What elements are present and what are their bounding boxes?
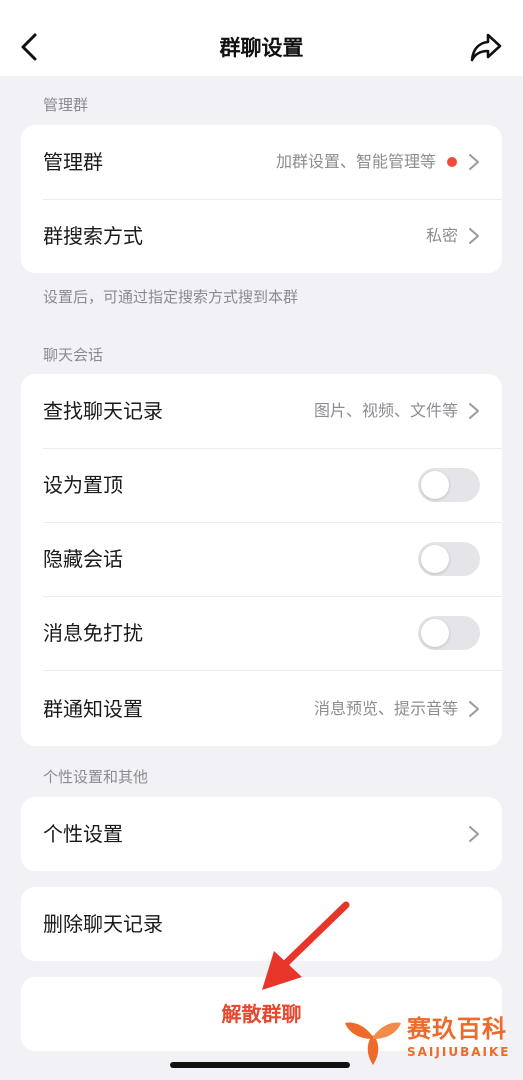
personal-card: 个性设置 xyxy=(21,797,502,871)
search-hint: 设置后，可通过指定搜索方式搜到本群 xyxy=(43,288,299,306)
row-value: 图片、视频、文件等 xyxy=(313,401,458,420)
pin-toggle[interactable] xyxy=(418,468,480,502)
section-label-manage: 管理群 xyxy=(43,96,89,114)
row-title: 个性设置 xyxy=(43,822,123,846)
notification-settings-row[interactable]: 群通知设置 消息预览、提示音等 xyxy=(21,672,502,746)
home-indicator xyxy=(170,1062,350,1068)
row-title: 消息免打扰 xyxy=(43,621,143,645)
divider xyxy=(43,670,502,671)
hide-chat-row: 隐藏会话 xyxy=(21,522,502,596)
annotation-arrow-icon xyxy=(262,901,350,990)
row-title: 删除聊天记录 xyxy=(43,912,163,936)
toggle-knob xyxy=(421,619,449,647)
page-title: 群聊设置 xyxy=(219,36,304,60)
navigation-bar: 群聊设置 xyxy=(0,0,523,76)
chat-card: 查找聊天记录 图片、视频、文件等 设为置顶 隐藏会话 消息免打扰 群通知设置 消… xyxy=(21,374,502,746)
chevron-right-icon xyxy=(469,403,479,419)
chevron-right-icon xyxy=(469,154,479,170)
chevron-right-icon xyxy=(469,826,479,842)
watermark-subtext: SAIJIUBAIKE xyxy=(407,1045,511,1059)
personal-settings-row[interactable]: 个性设置 xyxy=(21,797,502,871)
mute-toggle[interactable] xyxy=(418,616,480,650)
row-value: 加群设置、智能管理等 xyxy=(275,152,436,171)
section-label-personal: 个性设置和其他 xyxy=(43,768,149,786)
row-title: 设为置顶 xyxy=(43,473,123,497)
chevron-right-icon xyxy=(469,228,479,244)
row-title: 查找聊天记录 xyxy=(43,399,163,423)
notification-dot xyxy=(447,157,457,167)
chevron-right-icon xyxy=(469,701,479,717)
row-value: 私密 xyxy=(425,226,458,245)
watermark: 赛玖百科 SAIJIUBAIKE xyxy=(343,1003,518,1075)
row-title: 群通知设置 xyxy=(43,697,143,721)
toggle-knob xyxy=(421,545,449,573)
find-history-row[interactable]: 查找聊天记录 图片、视频、文件等 xyxy=(21,374,502,448)
row-title: 群搜索方式 xyxy=(43,224,143,248)
mute-row: 消息免打扰 xyxy=(21,596,502,670)
row-title: 隐藏会话 xyxy=(43,547,123,571)
row-title: 管理群 xyxy=(43,150,103,174)
pin-row: 设为置顶 xyxy=(21,448,502,522)
section-label-chat: 聊天会话 xyxy=(43,346,104,364)
hide-chat-toggle[interactable] xyxy=(418,542,480,576)
row-value: 消息预览、提示音等 xyxy=(313,699,458,718)
group-search-row[interactable]: 群搜索方式 私密 xyxy=(21,199,502,273)
whale-tail-logo-icon xyxy=(345,1022,401,1065)
manage-card: 管理群 加群设置、智能管理等 群搜索方式 私密 xyxy=(21,125,502,273)
watermark-text: 赛玖百科 xyxy=(407,1015,507,1043)
share-icon[interactable] xyxy=(469,31,503,63)
toggle-knob xyxy=(421,471,449,499)
manage-group-row[interactable]: 管理群 加群设置、智能管理等 xyxy=(21,125,502,199)
